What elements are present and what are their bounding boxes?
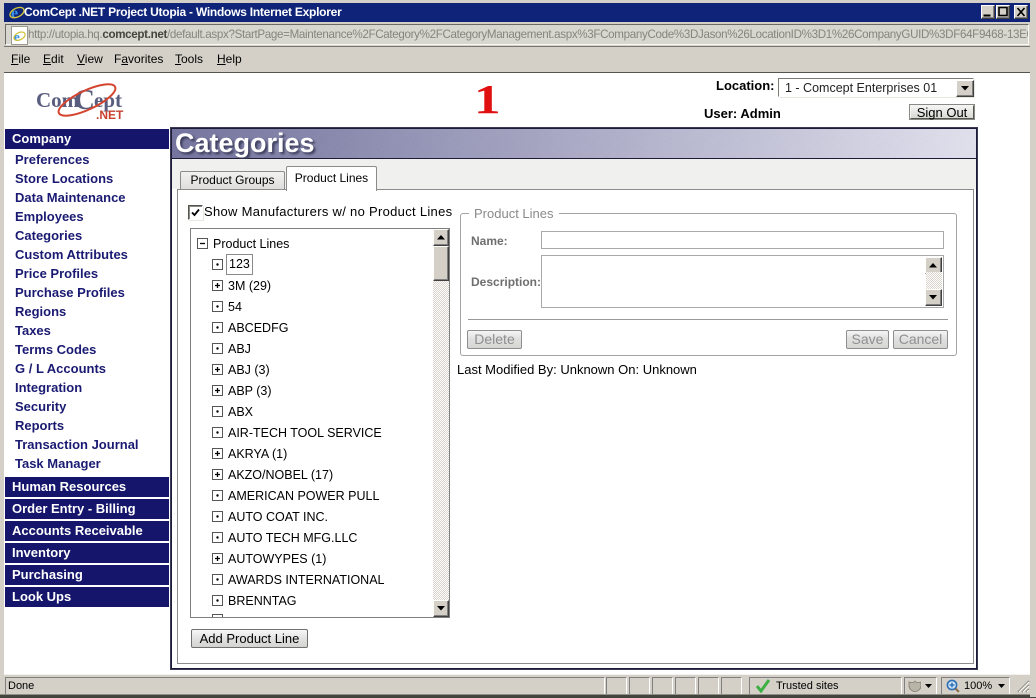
svg-text:.NET: .NET (96, 108, 124, 122)
